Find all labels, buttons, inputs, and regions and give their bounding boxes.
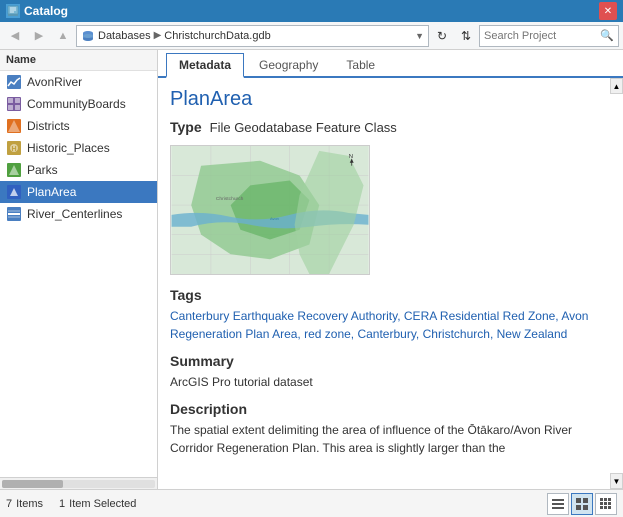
districts-icon: [6, 118, 22, 134]
sort-button[interactable]: ⇅: [455, 25, 477, 47]
sidebar-scroll-thumb: [2, 480, 63, 488]
sidebar-scrollbar[interactable]: [0, 477, 157, 489]
svg-text:N: N: [349, 154, 353, 160]
sidebar: Name AvonRiver: [0, 50, 158, 489]
details-view-icon: [575, 497, 589, 511]
address-dropdown[interactable]: ▼: [415, 31, 424, 41]
map-preview: Christchurch Avon N: [170, 145, 370, 275]
address-sep1: ▶: [154, 30, 162, 41]
back-button[interactable]: ◀: [4, 25, 26, 47]
tab-geography[interactable]: Geography: [246, 53, 331, 76]
svg-text:Christchurch: Christchurch: [216, 196, 244, 202]
sidebar-scroll-track: [2, 480, 155, 488]
parks-icon: [6, 162, 22, 178]
sidebar-item-label: Parks: [27, 163, 58, 177]
sidebar-item-label: River_Centerlines: [27, 207, 122, 221]
tab-metadata[interactable]: Metadata: [166, 53, 244, 78]
type-label: Type: [170, 119, 202, 135]
toolbar: ◀ ▶ ▲ Databases ▶ ChristchurchData.gdb ▼…: [0, 22, 623, 50]
sidebar-item-communityboards[interactable]: CommunityBoards: [0, 93, 157, 115]
scroll-up-button[interactable]: ▲: [610, 78, 623, 94]
selected-label: Item Selected: [69, 498, 136, 510]
planarea-icon: [6, 184, 22, 200]
sidebar-item-planarea[interactable]: PlanArea: [0, 181, 157, 203]
tab-table[interactable]: Table: [333, 53, 388, 76]
communityboards-icon: [6, 96, 22, 112]
sidebar-item-label: PlanArea: [27, 185, 76, 199]
summary-header: Summary: [170, 353, 611, 369]
description-section: Description The spatial extent delimitin…: [170, 401, 611, 457]
type-value: File Geodatabase Feature Class: [210, 120, 397, 135]
scroll-down-button[interactable]: ▼: [610, 473, 623, 489]
status-items: 7 Items 1 Item Selected: [6, 498, 547, 510]
window-title: Catalog: [24, 4, 599, 18]
svg-text:Avon: Avon: [270, 216, 279, 221]
refresh-button[interactable]: ↻: [431, 25, 453, 47]
svg-text:H: H: [11, 146, 16, 153]
map-svg: Christchurch Avon N: [171, 146, 369, 274]
details-view-button[interactable]: [571, 493, 593, 515]
close-button[interactable]: ✕: [599, 2, 617, 20]
sidebar-item-label: CommunityBoards: [27, 97, 126, 111]
content-body: ▲ PlanArea Type File Geodatabase Feature…: [158, 78, 623, 489]
sidebar-item-label: AvonRiver: [27, 75, 82, 89]
sidebar-header: Name: [0, 50, 157, 71]
grid-view-button[interactable]: [595, 493, 617, 515]
search-box: 🔍: [479, 25, 619, 47]
main-layout: Name AvonRiver: [0, 50, 623, 489]
sidebar-item-districts[interactable]: Districts: [0, 115, 157, 137]
title-bar: Catalog ✕: [0, 0, 623, 22]
sidebar-item-label: Districts: [27, 119, 70, 133]
content-tabs: Metadata Geography Table: [158, 50, 623, 78]
search-input[interactable]: [484, 30, 600, 42]
rivercenterlines-icon: [6, 206, 22, 222]
catalog-icon: [6, 4, 20, 18]
view-buttons: [547, 493, 617, 515]
summary-section: Summary ArcGIS Pro tutorial dataset: [170, 353, 611, 391]
list-view-button[interactable]: [547, 493, 569, 515]
status-bar: 7 Items 1 Item Selected: [0, 489, 623, 517]
items-count: 7: [6, 498, 12, 510]
historicplaces-icon: H: [6, 140, 22, 156]
address-part1: Databases: [98, 30, 151, 42]
content-panel: Metadata Geography Table ▲ PlanArea Type…: [158, 50, 623, 489]
sidebar-list: AvonRiver CommunityBoards: [0, 71, 157, 477]
description-header: Description: [170, 401, 611, 417]
tags-header: Tags: [170, 287, 611, 303]
description-value: The spatial extent delimiting the area o…: [170, 421, 611, 457]
sidebar-item-label: Historic_Places: [27, 141, 110, 155]
tags-section: Tags Canterbury Earthquake Recovery Auth…: [170, 287, 611, 343]
forward-button[interactable]: ▶: [28, 25, 50, 47]
list-view-icon: [551, 497, 565, 511]
search-icon[interactable]: 🔍: [600, 29, 614, 42]
type-row: Type File Geodatabase Feature Class: [170, 119, 611, 135]
sidebar-item-historicplaces[interactable]: H Historic_Places: [0, 137, 157, 159]
feature-title: PlanArea: [170, 88, 611, 111]
sidebar-item-parks[interactable]: Parks: [0, 159, 157, 181]
items-label: Items: [16, 498, 43, 510]
address-part2: ChristchurchData.gdb: [164, 30, 270, 42]
tags-value: Canterbury Earthquake Recovery Authority…: [170, 307, 611, 343]
sidebar-item-avonriver[interactable]: AvonRiver: [0, 71, 157, 93]
summary-value: ArcGIS Pro tutorial dataset: [170, 373, 611, 391]
grid-view-icon: [599, 497, 613, 511]
database-icon: [81, 29, 95, 43]
avonriver-icon: [6, 74, 22, 90]
up-button[interactable]: ▲: [52, 25, 74, 47]
sidebar-item-rivercenterlines[interactable]: River_Centerlines: [0, 203, 157, 225]
selected-count: 1: [59, 498, 65, 510]
address-bar: Databases ▶ ChristchurchData.gdb ▼: [76, 25, 429, 47]
